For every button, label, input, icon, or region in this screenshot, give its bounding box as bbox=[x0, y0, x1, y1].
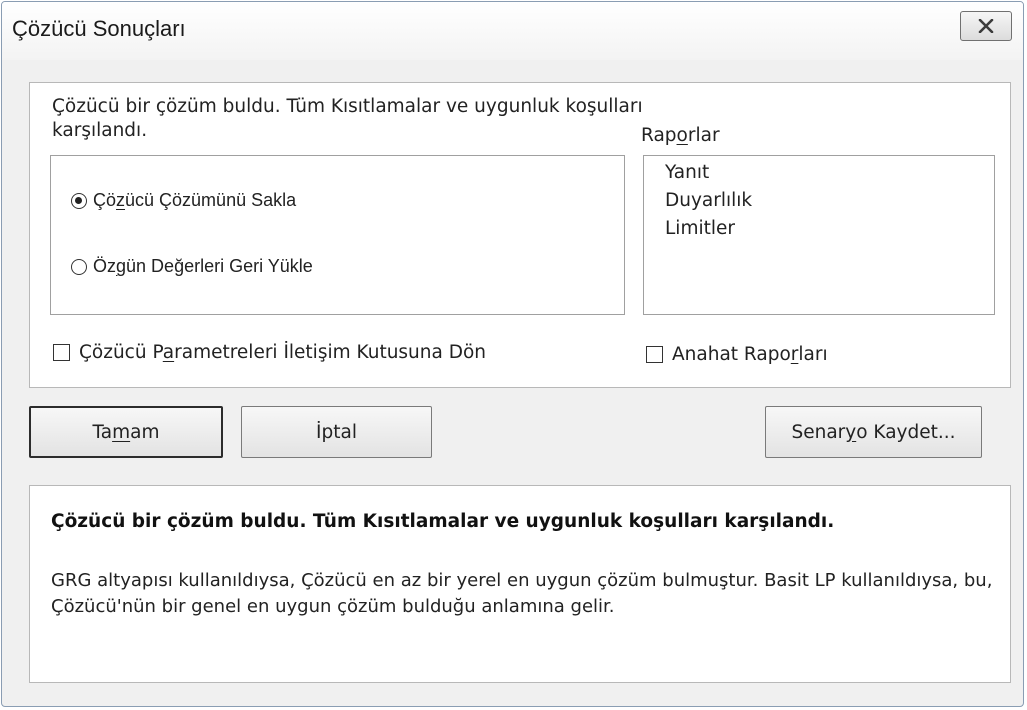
close-button[interactable] bbox=[960, 11, 1012, 41]
title-bar: Çözücü Sonuçları bbox=[2, 2, 1023, 60]
cancel-button[interactable]: İptal bbox=[241, 406, 432, 458]
result-description-panel: Çözücü bir çözüm buldu. Tüm Kısıtlamalar… bbox=[29, 485, 1011, 683]
dialog-title: Çözücü Sonuçları bbox=[12, 16, 186, 41]
report-item-yanit[interactable]: Yanıt bbox=[644, 159, 994, 187]
result-message: Çözücü bir çözüm buldu. Tüm Kısıtlamalar… bbox=[52, 96, 643, 141]
restore-original-label: Özgün Değerleri Geri Yükle bbox=[93, 256, 313, 276]
result-options-panel: Çözücü bir çözüm buldu. Tüm Kısıtlamalar… bbox=[29, 82, 1011, 388]
report-item-limitler[interactable]: Limitler bbox=[644, 215, 994, 243]
return-to-dialog-label: Çözücü Parametreleri İletişim Kutusuna D… bbox=[79, 342, 487, 363]
reports-label: Raporlar bbox=[641, 125, 720, 146]
close-icon bbox=[978, 19, 994, 33]
keep-solution-option[interactable]: Çözücü Çözümünü Sakla bbox=[71, 190, 296, 211]
solver-results-dialog: Çözücü Sonuçları Çözücü bir çözüm buldu.… bbox=[1, 1, 1024, 707]
reports-listbox[interactable]: Yanıt Duyarlılık Limitler bbox=[643, 155, 995, 315]
result-detail: GRG altyapısı kullanıldıysa, Çözücü en a… bbox=[51, 570, 993, 617]
solution-options-group: Çözücü Çözümünü Sakla Özgün Değerleri Ge… bbox=[50, 155, 625, 315]
restore-original-option[interactable]: Özgün Değerleri Geri Yükle bbox=[71, 256, 313, 277]
save-scenario-button[interactable]: Senar y o Kaydet... bbox=[765, 406, 982, 458]
return-to-dialog-option[interactable]: Çözücü Parametreleri İletişim Kutusuna D… bbox=[53, 342, 486, 363]
result-summary: Çözücü bir çözüm buldu. Tüm Kısıtlamalar… bbox=[51, 511, 835, 532]
outline-reports-label: Anahat Raporları bbox=[672, 344, 828, 365]
return-to-dialog-checkbox[interactable] bbox=[53, 344, 70, 361]
outline-reports-checkbox[interactable] bbox=[646, 346, 663, 363]
report-item-duyarlilik[interactable]: Duyarlılık bbox=[644, 187, 994, 215]
outline-reports-option[interactable]: Anahat Raporları bbox=[646, 344, 828, 365]
ok-button[interactable]: Ta m am bbox=[29, 406, 223, 458]
keep-solution-radio[interactable] bbox=[71, 192, 87, 209]
keep-solution-label: Çözücü Çözümünü Sakla bbox=[93, 190, 297, 210]
restore-original-radio[interactable] bbox=[71, 258, 87, 275]
